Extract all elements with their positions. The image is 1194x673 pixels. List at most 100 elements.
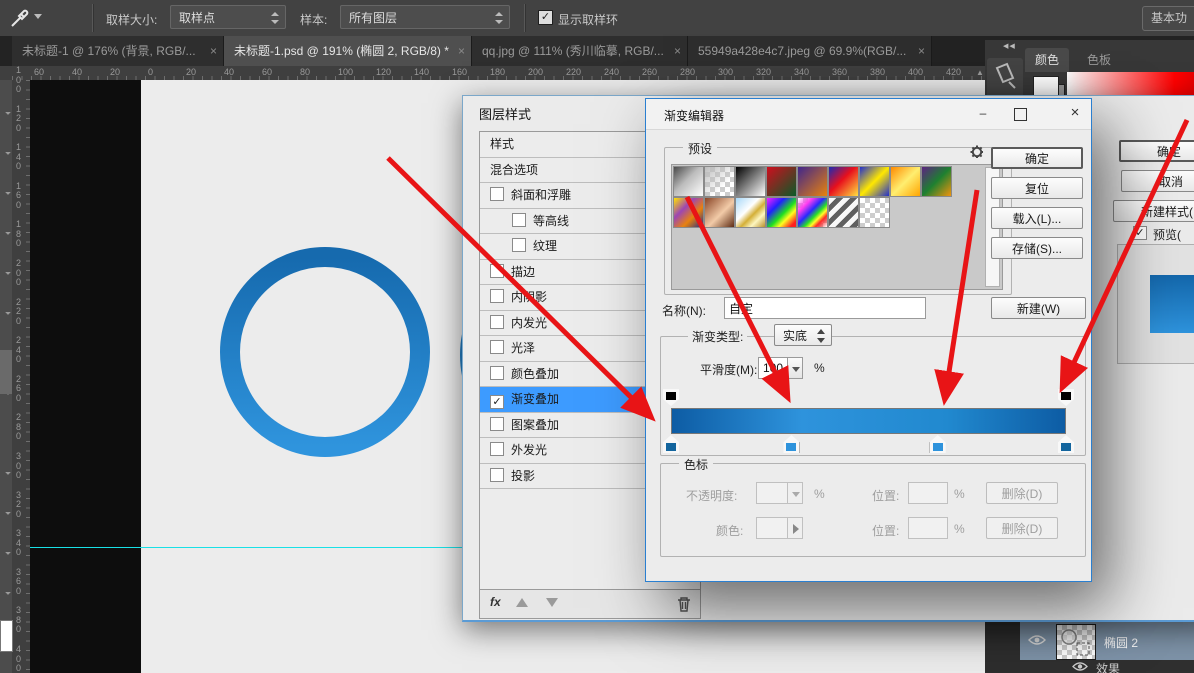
effects-toolbar: fx (480, 589, 700, 618)
delete-effect-trash-icon[interactable] (676, 595, 692, 612)
preview-checkbox[interactable]: ✓ (1133, 226, 1147, 240)
sample-size-dropdown[interactable]: 取样点 (170, 5, 286, 29)
gradient-new-button[interactable]: 新建(W) (991, 297, 1086, 319)
document-tab[interactable]: 未标题-1.psd @ 191% (椭圆 2, RGB/8) * × (224, 36, 472, 66)
effect-checkbox[interactable] (490, 468, 504, 482)
delete-color-stop-button[interactable]: 删除(D) (986, 517, 1058, 539)
gradient-save-button[interactable]: 存储(S)... (991, 237, 1083, 259)
move-effect-down-icon[interactable] (546, 598, 558, 607)
document-tab[interactable]: 55949a428e4c7.jpeg @ 69.9%(RGB/...× (688, 36, 932, 66)
gradient-preview-bar[interactable] (671, 408, 1066, 434)
ruler-number: 60 (262, 67, 272, 77)
gradient-preset-blue-yellow-blue[interactable] (859, 166, 890, 197)
style-preview-panel (1117, 244, 1194, 364)
gradient-preset-spectrum[interactable] (766, 197, 797, 228)
new-style-button[interactable]: 新建样式( (1113, 200, 1194, 222)
effect-checkbox[interactable] (490, 366, 504, 380)
tool-preset-caret-icon[interactable] (34, 14, 42, 19)
stop-color-picker-button[interactable] (787, 517, 803, 539)
opacity-dropdown-button[interactable] (787, 482, 803, 504)
effect-checkbox[interactable] (490, 315, 504, 329)
eyedropper-tool-icon[interactable] (8, 6, 32, 30)
maximize-icon[interactable] (1014, 108, 1027, 121)
gradient-name-input[interactable] (724, 297, 926, 319)
delete-opacity-stop-button[interactable]: 删除(D) (986, 482, 1058, 504)
minimize-icon[interactable]: – (968, 106, 998, 120)
ruler-number: 180 (490, 67, 505, 77)
color-position-input[interactable] (908, 517, 948, 539)
tab-close-icon[interactable]: × (458, 36, 465, 66)
effect-checkbox[interactable] (512, 213, 526, 227)
tab-close-icon[interactable]: × (674, 36, 681, 66)
effect-checkbox[interactable] (490, 442, 504, 456)
effect-checkbox[interactable] (512, 238, 526, 252)
effect-checkbox[interactable] (490, 340, 504, 354)
gradient-preset-blue-red-yellow[interactable] (828, 166, 859, 197)
tool-group-arrow-icon (5, 309, 11, 315)
ruler-number: 2 8 0 (16, 413, 21, 442)
vertical-ruler[interactable]: 1 0 01 2 01 4 01 6 01 8 02 0 02 2 02 4 0… (12, 80, 31, 673)
smoothness-input[interactable] (758, 357, 788, 379)
opacity-input[interactable] (756, 482, 788, 504)
opacity-position-input[interactable] (908, 482, 948, 504)
ruler-scroll-arrow-icon[interactable]: ▲ (976, 68, 984, 77)
tool-group-arrow-icon (5, 269, 11, 275)
gradient-preset-transparent[interactable] (859, 197, 890, 228)
collapse-panels-icon[interactable]: ◀◀ (1003, 42, 1016, 50)
stop-color-swatch[interactable] (756, 517, 788, 539)
gradient-preset-violet-to-orange[interactable] (797, 166, 828, 197)
sample-dropdown[interactable]: 所有图层 (340, 5, 510, 29)
tab-close-icon[interactable]: × (918, 36, 925, 66)
gradient-preset-red-to-green[interactable] (766, 166, 797, 197)
effects-visibility-eye-icon[interactable] (1072, 661, 1088, 672)
gradient-preset-noise-stripes[interactable] (828, 197, 859, 228)
gradient-preset-foreground-to-background[interactable] (673, 166, 704, 197)
gradient-type-select[interactable]: 实底 (774, 324, 832, 346)
tab-color-panel[interactable]: 颜色 (1025, 48, 1069, 72)
add-effect-fx-icon[interactable]: fx (490, 595, 501, 609)
effect-checkbox[interactable]: ✓ (490, 395, 504, 409)
tab-close-icon[interactable]: × (210, 36, 217, 66)
effect-checkbox[interactable] (490, 264, 504, 278)
effect-checkbox[interactable] (490, 417, 504, 431)
layer-thumbnail[interactable] (1056, 624, 1096, 660)
photoshop-window: 取样大小: 取样点 样本: 所有图层 ✓ 显示取样环 基本功 未标题-1 @ 1… (0, 0, 1194, 673)
workspace-button[interactable]: 基本功 (1142, 6, 1194, 31)
smoothness-dropdown-button[interactable] (787, 357, 803, 379)
dialog-titlebar[interactable]: 渐变编辑器 – × (646, 99, 1091, 130)
gradient-load-button[interactable]: 载入(L)... (991, 207, 1083, 229)
document-tab[interactable]: 未标题-1 @ 176% (背景, RGB/...× (12, 36, 224, 66)
gradient-preset-orange-yellow-orange[interactable] (890, 166, 921, 197)
effect-checkbox[interactable] (490, 289, 504, 303)
layer-style-ok-button[interactable]: 确定 (1119, 140, 1194, 162)
document-tab[interactable]: qq.jpg @ 111% (秀川临摹, RGB/...× (472, 36, 688, 66)
background-color-chip[interactable] (0, 620, 13, 652)
layer-row-selected[interactable]: 椭圆 2 (1020, 622, 1194, 660)
cyan-guide-line[interactable] (30, 547, 462, 548)
move-effect-up-icon[interactable] (516, 598, 528, 607)
tab-swatches-panel[interactable]: 色板 (1077, 48, 1121, 72)
gradient-preset-yellow-violet-orange-blue[interactable] (673, 197, 704, 228)
layer-style-cancel-button[interactable]: 取消 (1121, 170, 1194, 192)
layer-effects-row[interactable]: 效果 (1020, 660, 1194, 673)
horizontal-ruler[interactable]: 6040200204060801001201401601802002202402… (12, 66, 985, 81)
layer-name[interactable]: 椭圆 2 (1104, 634, 1138, 651)
gradient-preset-transparent-rainbow[interactable] (797, 197, 828, 228)
gradient-preset-black-to-white[interactable] (735, 166, 766, 197)
tab-title: 未标题-1.psd @ 191% (椭圆 2, RGB/8) * (224, 44, 449, 58)
layer-visibility-eye-icon[interactable] (1028, 634, 1046, 646)
gradient-preset-chrome[interactable] (735, 197, 766, 228)
blue-ring-shape[interactable] (230, 257, 420, 447)
collapsed-panel-icon[interactable] (987, 58, 1023, 98)
note-tool-glyph (997, 64, 1015, 88)
gradient-preset-copper[interactable] (704, 197, 735, 228)
show-sampling-ring-checkbox[interactable]: ✓ (538, 10, 553, 25)
gradient-preset-foreground-to-transparent[interactable] (704, 166, 735, 197)
close-icon[interactable]: × (1060, 104, 1090, 121)
gradient-ok-button[interactable]: 确定 (991, 147, 1083, 169)
effect-checkbox[interactable] (490, 187, 504, 201)
gradient-preset-violet-green-orange[interactable] (921, 166, 952, 197)
ruler-number: 60 (34, 67, 44, 77)
gradient-reset-button[interactable]: 复位 (991, 177, 1083, 199)
presets-menu-gear-icon[interactable] (969, 144, 983, 158)
